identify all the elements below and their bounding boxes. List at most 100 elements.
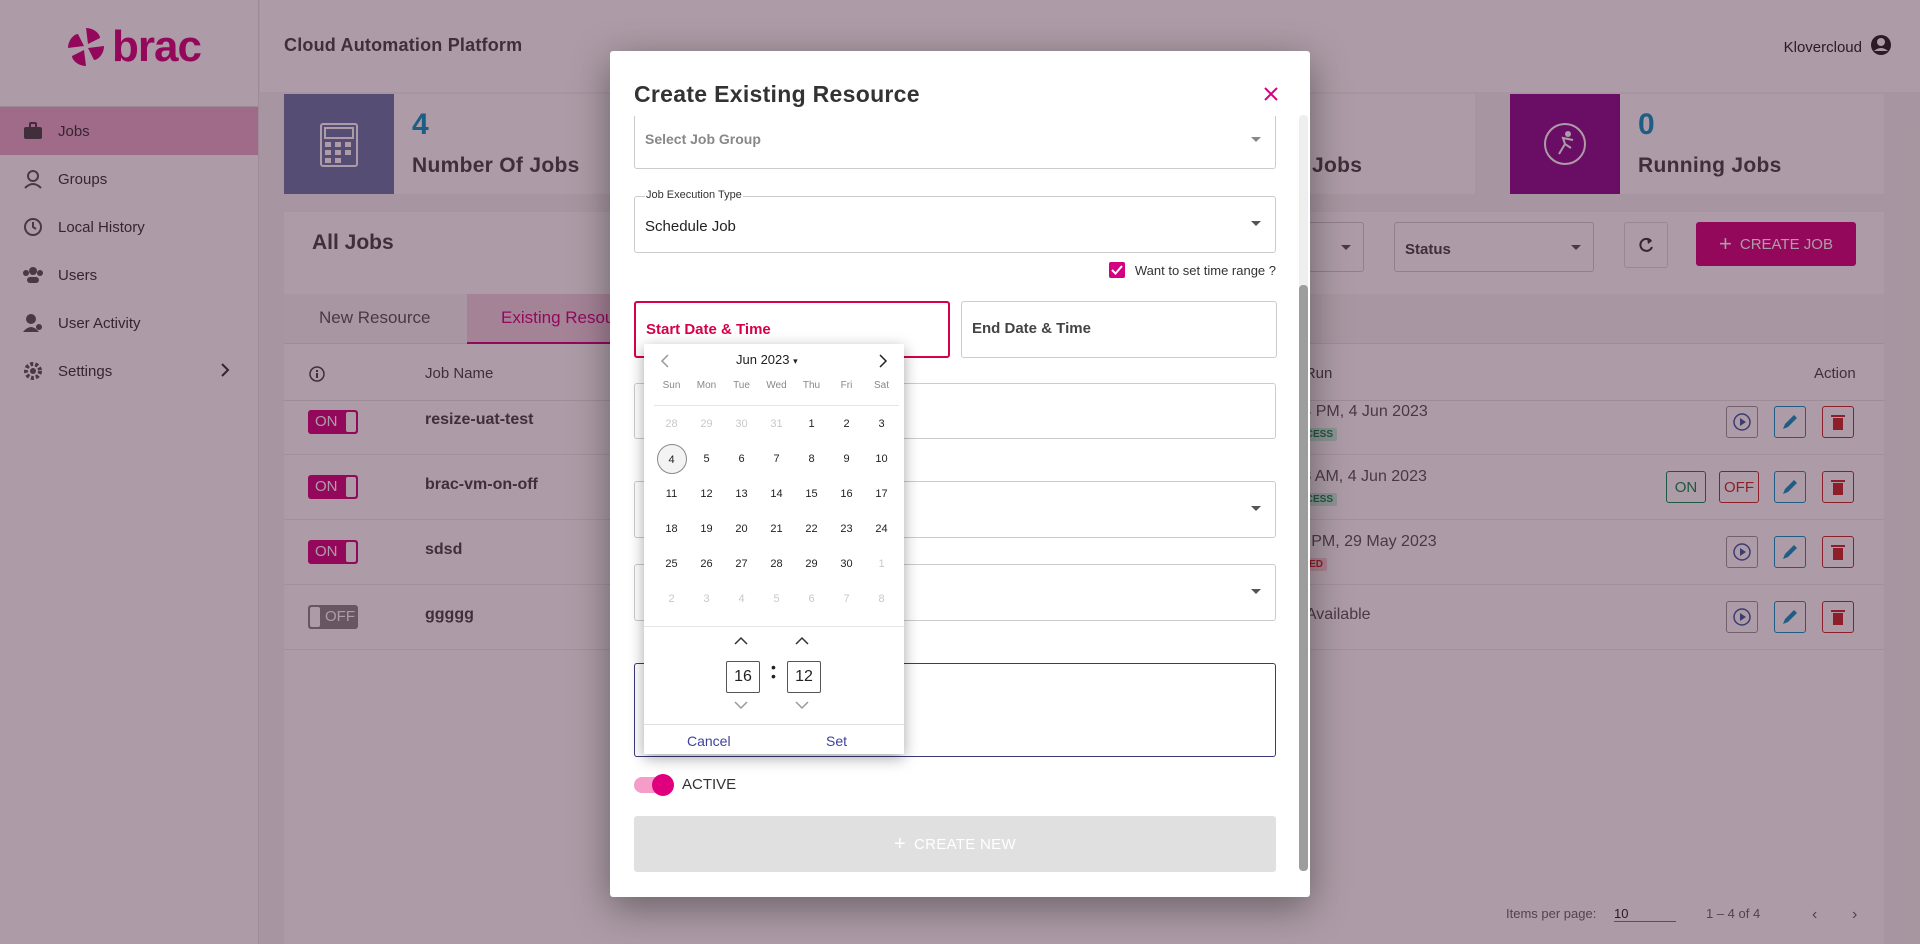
calendar-day[interactable]: 1 — [794, 409, 829, 439]
job-group-placeholder: Select Job Group — [645, 131, 761, 147]
calendar-day[interactable]: 12 — [689, 479, 724, 509]
calendar-day[interactable]: 3 — [864, 409, 899, 439]
field-label: Job Execution Type — [645, 189, 743, 201]
calendar-day[interactable]: 26 — [689, 549, 724, 579]
time-separator: • • — [771, 659, 776, 684]
create-new-button[interactable]: + CREATE NEW — [634, 816, 1276, 872]
calendar-day: 3 — [703, 592, 710, 605]
chevron-down-icon — [734, 701, 748, 710]
minute-input[interactable]: 12 — [787, 661, 821, 693]
calendar-week: 4 5 6 7 8 9 10 — [654, 441, 899, 476]
calendar-day[interactable]: 19 — [689, 514, 724, 544]
time-range-label: Want to set time range ? — [1134, 262, 1276, 278]
checkbox-checked-icon[interactable] — [1108, 262, 1125, 278]
close-button[interactable] — [1264, 87, 1278, 106]
calendar-day[interactable]: 25 — [654, 549, 689, 579]
calendar-week: 28 29 30 31 1 2 3 — [654, 406, 899, 441]
calendar-day: 7 — [843, 592, 850, 605]
job-execution-type-select[interactable]: Job Execution Type Schedule Job — [634, 189, 1276, 253]
hour-up-button[interactable] — [734, 635, 748, 649]
calendar-day[interactable]: 24 — [864, 514, 899, 544]
dropdown-arrow-icon — [1251, 506, 1261, 511]
calendar-day[interactable]: 17 — [864, 479, 899, 509]
calendar-day[interactable]: 9 — [829, 444, 864, 474]
calendar-day: 30 — [735, 417, 748, 430]
active-switch[interactable] — [634, 773, 674, 796]
dropdown-arrow-icon — [1251, 589, 1261, 594]
weekday-label: Tue — [733, 380, 750, 391]
chevron-left-icon — [660, 354, 669, 368]
start-date-label: Start Date & Time — [646, 321, 771, 338]
minute-up-button[interactable] — [795, 635, 809, 649]
calendar-week: 18 19 20 21 22 23 24 — [654, 511, 899, 546]
caret-down-icon: ▾ — [793, 356, 798, 366]
weekday-label: Thu — [802, 380, 821, 391]
calendar-day: 8 — [878, 592, 885, 605]
calendar-day: 28 — [665, 417, 678, 430]
calendar-day[interactable]: 4 — [656, 443, 687, 474]
chevron-down-icon — [795, 701, 809, 710]
calendar-day[interactable]: 10 — [864, 444, 899, 474]
hour-down-button[interactable] — [734, 699, 748, 713]
job-group-select[interactable]: Select Job Group — [634, 116, 1276, 169]
cancel-button[interactable]: Cancel — [687, 733, 731, 749]
calendar-day: 31 — [770, 417, 783, 430]
calendar-day[interactable]: 11 — [654, 479, 689, 509]
weekday-header: Sun Mon Tue Wed Thu Fri Sat — [654, 380, 899, 391]
hour-input[interactable]: 16 — [726, 661, 760, 693]
weekday-label: Wed — [766, 380, 787, 391]
calendar-day[interactable]: 7 — [759, 444, 794, 474]
picker-header: Jun 2023 ▾ — [644, 352, 904, 372]
calendar-day: 2 — [668, 592, 675, 605]
calendar-day[interactable]: 18 — [654, 514, 689, 544]
month-year-select[interactable]: Jun 2023 ▾ — [736, 352, 798, 367]
calendar-day[interactable]: 13 — [724, 479, 759, 509]
calendar-day: 4 — [738, 592, 745, 605]
field-value: Schedule Job — [645, 218, 736, 235]
time-range-checkbox-row[interactable]: Want to set time range ? — [1108, 262, 1276, 278]
close-icon — [1264, 87, 1278, 101]
end-date-label: End Date & Time — [972, 320, 1091, 337]
calendar-day[interactable]: 20 — [724, 514, 759, 544]
end-date-time-field[interactable]: End Date & Time — [961, 301, 1277, 358]
plus-icon: + — [894, 832, 907, 855]
calendar-day[interactable]: 23 — [829, 514, 864, 544]
calendar-day: 1 — [878, 557, 885, 570]
set-button[interactable]: Set — [826, 733, 847, 749]
calendar-day: 29 — [700, 417, 713, 430]
calendar-day[interactable]: 14 — [759, 479, 794, 509]
calendar-day[interactable]: 5 — [689, 444, 724, 474]
dropdown-arrow-icon — [1251, 137, 1261, 142]
create-new-label: CREATE NEW — [914, 835, 1016, 853]
calendar-day[interactable]: 8 — [794, 444, 829, 474]
minute-down-button[interactable] — [795, 699, 809, 713]
weekday-label: Sat — [873, 380, 889, 391]
calendar-day[interactable]: 22 — [794, 514, 829, 544]
next-month-button[interactable] — [878, 354, 888, 373]
calendar-week: 2 3 4 5 6 7 8 — [654, 581, 899, 616]
calendar-day[interactable]: 28 — [759, 549, 794, 579]
prev-month-button[interactable] — [660, 354, 670, 373]
calendar-day[interactable]: 15 — [794, 479, 829, 509]
calendar-day[interactable]: 2 — [829, 409, 864, 439]
calendar-day[interactable]: 27 — [724, 549, 759, 579]
calendar-grid: 28 29 30 31 1 2 3 4 5 6 7 8 9 10 11 12 13 14 15 16 17 18 19 20 2… — [654, 405, 899, 616]
weekday-label: Mon — [696, 380, 717, 391]
calendar-day[interactable]: 6 — [724, 444, 759, 474]
date-time-picker: Jun 2023 ▾ Sun Mon Tue Wed Thu Fri Sat 2… — [644, 344, 904, 754]
calendar-day[interactable]: 21 — [759, 514, 794, 544]
calendar-day: 6 — [808, 592, 815, 605]
weekday-label: Sun — [662, 380, 681, 391]
calendar-day[interactable]: 30 — [829, 549, 864, 579]
calendar-day[interactable]: 16 — [829, 479, 864, 509]
dialog-title: Create Existing Resource — [634, 81, 920, 107]
weekday-label: Fri — [840, 380, 853, 391]
dialog-scrollbar[interactable] — [1299, 115, 1308, 871]
picker-actions: Cancel Set — [644, 724, 904, 754]
calendar-day[interactable]: 29 — [794, 549, 829, 579]
time-selector: 16 • • 12 — [644, 626, 904, 724]
active-switch-row[interactable]: ACTIVE — [634, 773, 736, 796]
calendar-week: 11 12 13 14 15 16 17 — [654, 476, 899, 511]
chevron-up-icon — [734, 636, 748, 645]
calendar-day: 5 — [773, 592, 780, 605]
